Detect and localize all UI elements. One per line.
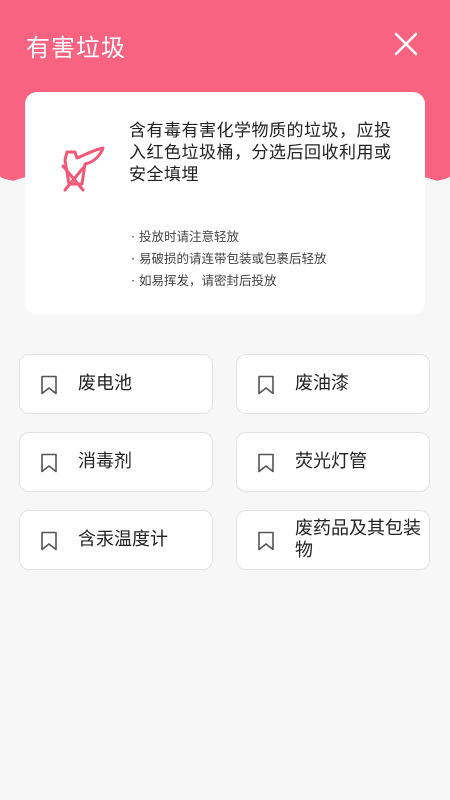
hazardous-bin-icon <box>57 142 107 194</box>
tip-item: 投放时请注意轻放 <box>131 226 421 248</box>
item-waste-paint[interactable]: 废油漆 <box>236 354 430 414</box>
item-label: 含汞温度计 <box>78 529 168 550</box>
item-label: 消毒剂 <box>78 451 132 472</box>
disposal-tips: 投放时请注意轻放 易破损的请连带包装或包裹后轻放 如易挥发，请密封后投放 <box>131 226 421 292</box>
bookmark-icon <box>258 453 274 473</box>
bookmark-icon <box>258 375 274 395</box>
item-waste-battery[interactable]: 废电池 <box>19 354 213 414</box>
item-waste-medicine[interactable]: 废药品及其包装物 <box>236 510 430 570</box>
category-description: 含有毒有害化学物质的垃圾，应投入红色垃圾桶，分选后回收利用或安全填埋 <box>129 121 392 185</box>
bookmark-icon <box>41 453 57 473</box>
item-disinfectant[interactable]: 消毒剂 <box>19 432 213 492</box>
item-label: 废药品及其包装物 <box>295 518 421 561</box>
close-icon[interactable] <box>390 28 422 60</box>
item-mercury-thermometer[interactable]: 含汞温度计 <box>19 510 213 570</box>
category-info-card: 含有毒有害化学物质的垃圾，应投入红色垃圾桶，分选后回收利用或安全填埋 投放时请注… <box>25 92 425 314</box>
item-label: 荧光灯管 <box>295 451 367 472</box>
bookmark-icon <box>258 531 274 551</box>
tip-item: 如易挥发，请密封后投放 <box>131 270 421 292</box>
item-label: 废油漆 <box>295 373 349 394</box>
page-title: 有害垃圾 <box>26 34 126 62</box>
tip-item: 易破损的请连带包装或包裹后轻放 <box>131 248 421 270</box>
item-label: 废电池 <box>78 373 132 394</box>
item-fluorescent-tube[interactable]: 荧光灯管 <box>236 432 430 492</box>
bookmark-icon <box>41 531 57 551</box>
bookmark-icon <box>41 375 57 395</box>
